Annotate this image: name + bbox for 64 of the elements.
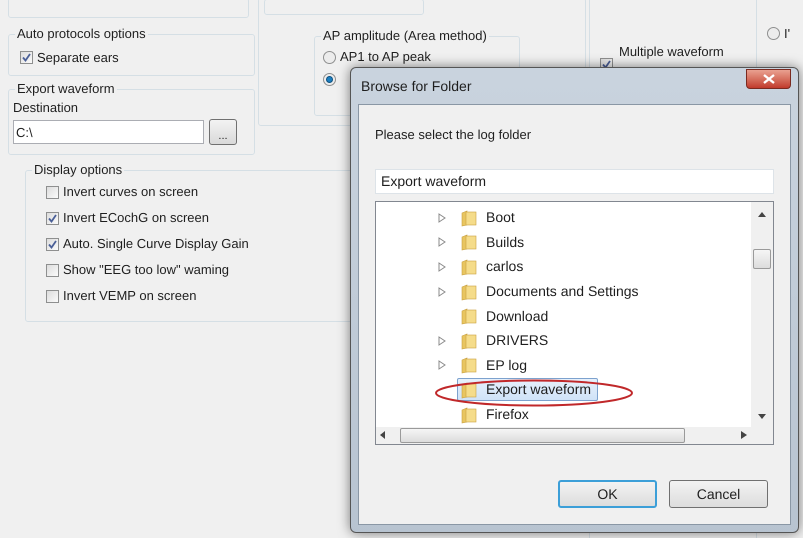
checkbox[interactable] — [46, 212, 59, 224]
tree-item[interactable]: Documents and Settings — [457, 280, 646, 304]
destination-field[interactable]: C:\ — [13, 120, 204, 144]
expand-arrow-icon[interactable] — [438, 262, 446, 272]
expand-arrow-icon[interactable] — [438, 286, 446, 297]
tree-item[interactable]: Export waveform — [457, 378, 598, 402]
folder-icon — [460, 208, 478, 227]
tree-item[interactable]: DRIVERS — [457, 329, 556, 352]
folder-icon — [460, 332, 478, 350]
scroll-right-icon[interactable] — [741, 431, 747, 439]
field-label: Destination — [13, 100, 80, 116]
tree-item[interactable]: Download — [457, 304, 556, 328]
group-title: AP amplitude (Area method) — [321, 28, 489, 44]
radio-label: I' — [784, 25, 790, 43]
close-icon — [762, 74, 774, 84]
checkbox-label: Show "EEG too low" waming — [63, 261, 230, 280]
folder-icon — [460, 380, 478, 399]
close-button[interactable] — [746, 69, 791, 89]
checkbox[interactable] — [46, 238, 59, 250]
group-title: Export waveform — [15, 81, 117, 97]
window-title: Browse for Folder — [361, 76, 472, 96]
checkbox[interactable] — [20, 51, 33, 64]
folder-icon — [460, 282, 478, 301]
checkbox-label: Invert ECochG on screen — [63, 209, 209, 228]
checkbox[interactable] — [46, 264, 59, 276]
folder-name-field[interactable]: Export waveform — [375, 168, 774, 194]
dialog-button[interactable]: OK — [558, 480, 657, 508]
expand-arrow-icon[interactable] — [438, 360, 446, 370]
radio-button[interactable] — [323, 72, 336, 86]
folder-icon — [460, 406, 478, 424]
group-title: Display options — [32, 162, 124, 178]
checkbox-label: Auto. Single Curve Display Gain — [63, 235, 249, 254]
group-title: Auto protocols options — [15, 26, 148, 42]
checkbox-label: Invert VEMP on screen — [63, 287, 196, 306]
radio-button[interactable] — [767, 27, 780, 40]
horizontal-scrollbar[interactable] — [376, 426, 751, 444]
folder-icon — [460, 307, 478, 326]
tree-item[interactable]: Boot — [457, 206, 522, 230]
expand-arrow-icon[interactable] — [438, 212, 446, 223]
checkbox-label: Invert curves on screen — [63, 183, 198, 202]
checkbox[interactable] — [46, 290, 59, 302]
expand-arrow-icon[interactable] — [438, 237, 446, 248]
scroll-thumb[interactable] — [400, 428, 685, 442]
checkbox-label: Separate ears — [37, 49, 119, 67]
expand-arrow-icon[interactable] — [438, 336, 446, 346]
folder-icon — [460, 258, 478, 276]
tree-item[interactable]: Builds — [457, 230, 532, 254]
prompt-text: Please select the log folder — [375, 126, 532, 144]
scroll-up-icon[interactable] — [758, 212, 766, 216]
scroll-thumb[interactable] — [753, 248, 771, 268]
tree-item[interactable]: EP log — [457, 354, 534, 377]
tree-item[interactable]: carlos — [457, 255, 530, 278]
folder-icon — [460, 233, 478, 252]
dialog-button[interactable]: Cancel — [669, 480, 768, 508]
radio-label: AP1 to AP peak — [340, 48, 431, 66]
checkbox-label: Multiple waveform — [619, 42, 724, 61]
browse-button[interactable]: ... — [209, 119, 237, 145]
tree-item[interactable]: Firefox — [457, 403, 536, 426]
radio-button[interactable] — [323, 50, 336, 64]
folder-icon — [460, 356, 478, 374]
vertical-scrollbar[interactable] — [751, 202, 773, 444]
scroll-left-icon[interactable] — [380, 431, 386, 439]
scroll-down-icon[interactable] — [758, 414, 766, 418]
checkbox[interactable] — [46, 186, 59, 198]
